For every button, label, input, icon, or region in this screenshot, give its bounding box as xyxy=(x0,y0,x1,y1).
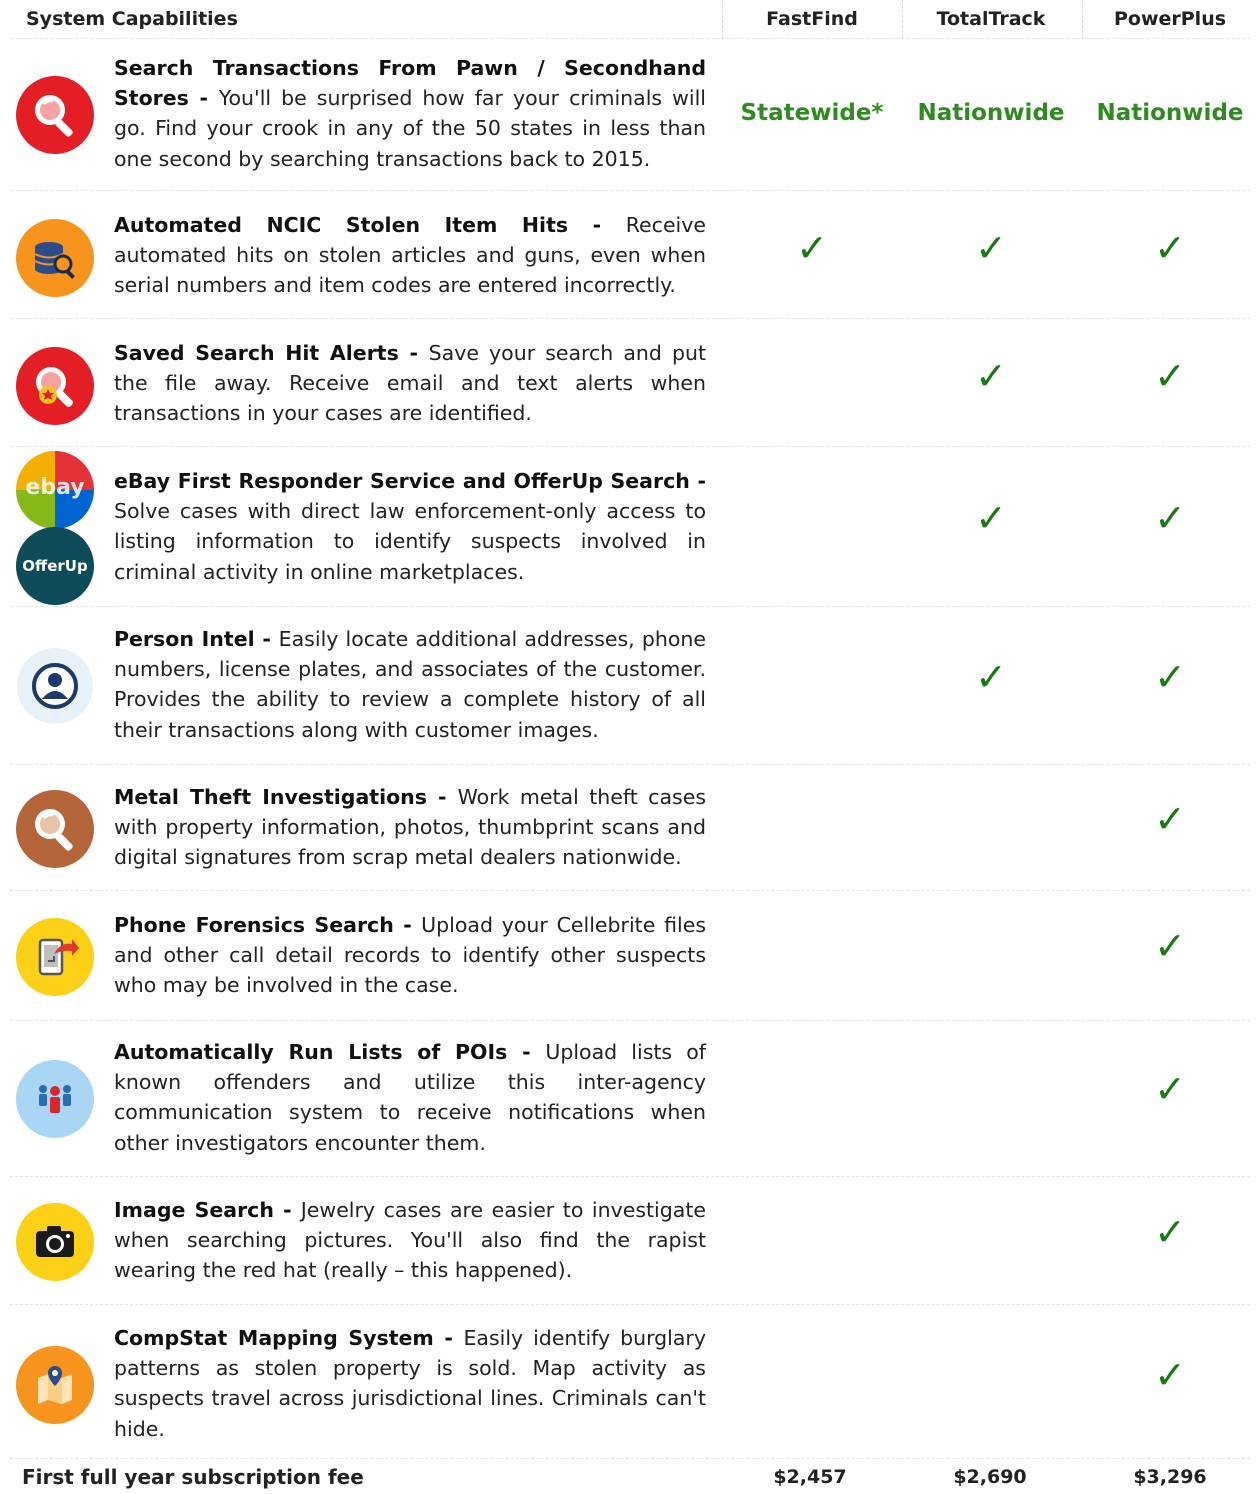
magnifier-icon xyxy=(16,76,94,154)
price-powerplus: $3,296 xyxy=(1133,1466,1207,1488)
capability-title: Phone Forensics Search xyxy=(114,913,394,937)
database-search-icon xyxy=(16,219,94,297)
camera-icon xyxy=(16,1203,94,1281)
row-divider xyxy=(10,890,1250,891)
capability-title: Automated NCIC Stolen Item Hits xyxy=(114,213,569,237)
capability-title: Saved Search Hit Alerts xyxy=(114,341,399,365)
check-mark-totaltrack: ✓ xyxy=(975,354,1007,398)
row-divider xyxy=(10,190,1250,191)
column-header-totaltrack: TotalTrack xyxy=(936,8,1046,30)
row-divider xyxy=(10,446,1250,447)
check-mark-powerplus: ✓ xyxy=(1154,1067,1186,1111)
row-divider xyxy=(10,1020,1250,1021)
ebay-logo-text: ebay xyxy=(25,474,85,500)
check-mark-fastfind: ✓ xyxy=(796,226,828,270)
offerup-logo-text: OfferUp xyxy=(22,557,88,575)
person-icon xyxy=(17,648,93,724)
check-mark-powerplus: ✓ xyxy=(1154,226,1186,270)
row-divider xyxy=(10,1304,1250,1305)
check-mark-totaltrack: ✓ xyxy=(975,496,1007,540)
column-divider xyxy=(902,0,903,38)
capability-title: Metal Theft Investigations xyxy=(114,785,427,809)
subscription-fee-label: First full year subscription fee xyxy=(22,1465,364,1489)
column-divider xyxy=(722,0,723,38)
row-divider xyxy=(10,318,1250,319)
reach-fastfind: Statewide* xyxy=(740,100,884,126)
capability-title: eBay First Responder Service and OfferUp… xyxy=(114,469,690,493)
capability-title: Image Search xyxy=(114,1198,274,1222)
row-divider xyxy=(10,764,1250,765)
column-header-powerplus: PowerPlus xyxy=(1113,8,1227,30)
map-pin-icon xyxy=(16,1346,94,1424)
offerup-icon: OfferUp xyxy=(16,527,94,605)
capability-text: Solve cases with direct law enforcement-… xyxy=(114,499,706,584)
ebay-icon: ebay xyxy=(16,451,94,529)
check-mark-totaltrack: ✓ xyxy=(975,226,1007,270)
check-mark-powerplus: ✓ xyxy=(1154,797,1186,841)
row-divider xyxy=(10,1176,1250,1177)
check-mark-powerplus: ✓ xyxy=(1154,1353,1186,1397)
row-divider xyxy=(10,1458,1250,1459)
check-mark-powerplus: ✓ xyxy=(1154,354,1186,398)
check-mark-powerplus: ✓ xyxy=(1154,655,1186,699)
row-divider xyxy=(10,606,1250,607)
check-mark-powerplus: ✓ xyxy=(1154,496,1186,540)
capability-title: CompStat Mapping System xyxy=(114,1326,434,1350)
group-icon xyxy=(16,1060,94,1138)
reach-powerplus: Nationwide xyxy=(1096,100,1244,126)
row-divider xyxy=(10,38,1250,39)
metal-search-icon xyxy=(16,790,94,868)
check-mark-powerplus: ✓ xyxy=(1154,1210,1186,1254)
reach-totaltrack: Nationwide xyxy=(917,100,1065,126)
price-fastfind: $2,457 xyxy=(773,1466,847,1488)
price-totaltrack: $2,690 xyxy=(953,1466,1027,1488)
phone-forensics-icon xyxy=(16,918,94,996)
capabilities-header: System Capabilities xyxy=(26,8,238,30)
column-header-fastfind: FastFind xyxy=(766,8,858,30)
check-mark-powerplus: ✓ xyxy=(1154,924,1186,968)
capability-title: Automatically Run Lists of POIs xyxy=(114,1040,508,1064)
column-divider xyxy=(1082,0,1083,38)
check-mark-totaltrack: ✓ xyxy=(975,655,1007,699)
alert-search-icon xyxy=(16,347,94,425)
capability-title: Person Intel xyxy=(114,627,255,651)
